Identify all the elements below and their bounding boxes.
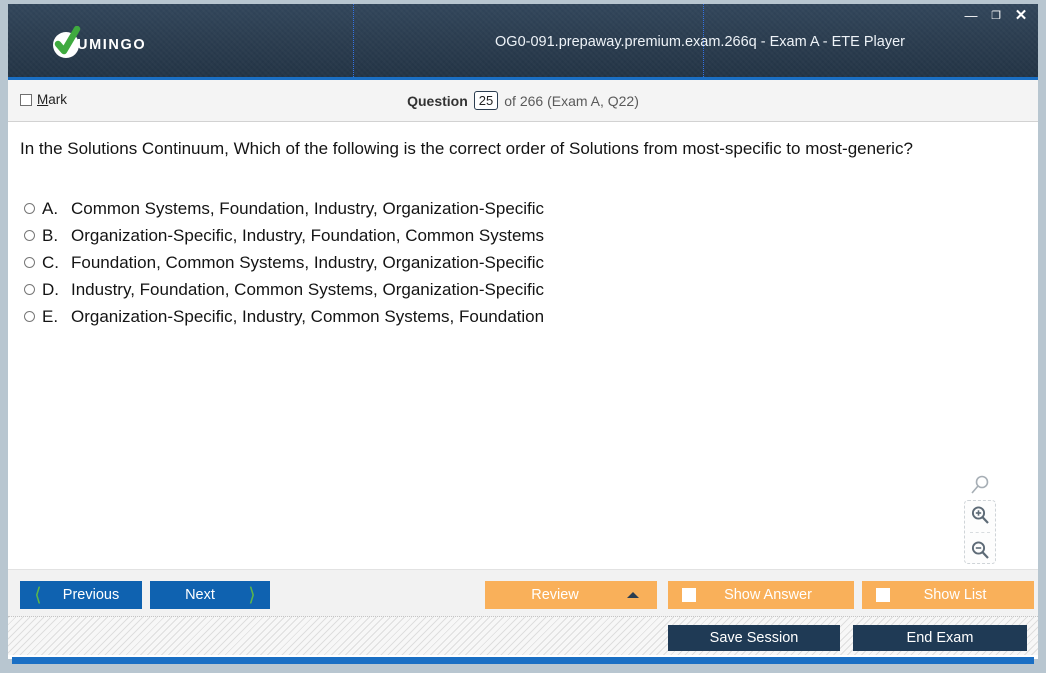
show-answer-label: Show Answer (724, 587, 812, 603)
maximize-icon[interactable]: ❐ (989, 9, 1003, 23)
show-list-checkbox[interactable] (876, 588, 890, 602)
app-window: UMINGO OG0-091.prepaway.premium.exam.266… (0, 0, 1046, 673)
radio-button-e[interactable] (24, 311, 35, 322)
magnifier-icon[interactable] (969, 474, 991, 496)
end-exam-button[interactable]: End Exam (853, 625, 1027, 651)
question-total-text: of 266 (Exam A, Q22) (504, 92, 639, 109)
bottom-accent-bar (12, 657, 1034, 664)
question-word: Question (407, 92, 468, 109)
app-logo: UMINGO (53, 26, 147, 58)
question-status-bar: Mark Question 25 of 266 (Exam A, Q22) (8, 80, 1038, 122)
minimize-icon[interactable]: — (964, 9, 978, 23)
question-counter: Question 25 of 266 (Exam A, Q22) (8, 91, 1038, 110)
option-letter: A. (42, 199, 59, 218)
question-content-area: In the Solutions Continuum, Which of the… (8, 122, 1038, 569)
title-bar: UMINGO OG0-091.prepaway.premium.exam.266… (8, 4, 1038, 77)
next-label: Next (185, 587, 215, 603)
answer-option-c[interactable]: C. Foundation, Common Systems, Industry,… (24, 250, 984, 277)
radio-button-b[interactable] (24, 230, 35, 241)
footer-bar: Save Session End Exam (8, 617, 1038, 655)
option-letter: B. (42, 226, 59, 245)
option-text: Organization-Specific, Industry, Foundat… (71, 226, 545, 245)
radio-button-d[interactable] (24, 284, 35, 295)
window-title: OG0-091.prepaway.premium.exam.266q - Exa… (495, 34, 905, 50)
show-list-button[interactable]: Show List (862, 581, 1034, 609)
option-letter: C. (42, 253, 59, 272)
chevron-left-icon: ⟨ (34, 584, 42, 606)
zoom-divider (970, 531, 990, 533)
answer-options-list: A. Common Systems, Foundation, Industry,… (24, 196, 984, 331)
window-controls: — ❐ ✕ (964, 8, 1028, 23)
option-text: Foundation, Common Systems, Industry, Or… (71, 253, 545, 272)
action-toolbar: ⟨ Previous Next ⟩ Review Show Answer Sho… (8, 569, 1038, 617)
check-circle-icon (53, 26, 81, 58)
question-text: In the Solutions Continuum, Which of the… (20, 139, 913, 158)
save-session-button[interactable]: Save Session (668, 625, 840, 651)
previous-label: Previous (62, 587, 120, 603)
review-dropdown-button[interactable]: Review (485, 581, 657, 609)
close-icon[interactable]: ✕ (1014, 8, 1028, 23)
chevron-up-icon (627, 592, 639, 598)
question-number-field[interactable]: 25 (473, 91, 499, 110)
answer-option-a[interactable]: A. Common Systems, Foundation, Industry,… (24, 196, 984, 223)
option-letter: E. (42, 307, 59, 326)
chevron-right-icon: ⟩ (248, 584, 256, 606)
radio-button-c[interactable] (24, 257, 35, 268)
answer-option-e[interactable]: E. Organization-Specific, Industry, Comm… (24, 304, 984, 331)
zoom-in-icon[interactable] (970, 505, 990, 525)
show-answer-button[interactable]: Show Answer (668, 581, 854, 609)
previous-button[interactable]: ⟨ Previous (20, 581, 142, 609)
logo-wordmark: UMINGO (77, 37, 147, 53)
option-letter: D. (42, 280, 59, 299)
zoom-out-icon[interactable] (970, 540, 990, 560)
radio-button-a[interactable] (24, 203, 35, 214)
zoom-controls-panel (964, 500, 996, 564)
review-label: Review (531, 587, 579, 603)
option-text: Organization-Specific, Industry, Common … (71, 307, 545, 326)
show-answer-checkbox[interactable] (682, 588, 696, 602)
option-text: Common Systems, Foundation, Industry, Or… (71, 199, 545, 218)
show-list-label: Show List (923, 587, 987, 603)
answer-option-b[interactable]: B. Organization-Specific, Industry, Foun… (24, 223, 984, 250)
option-text: Industry, Foundation, Common Systems, Or… (71, 280, 545, 299)
next-button[interactable]: Next ⟩ (150, 581, 270, 609)
answer-option-d[interactable]: D. Industry, Foundation, Common Systems,… (24, 277, 984, 304)
